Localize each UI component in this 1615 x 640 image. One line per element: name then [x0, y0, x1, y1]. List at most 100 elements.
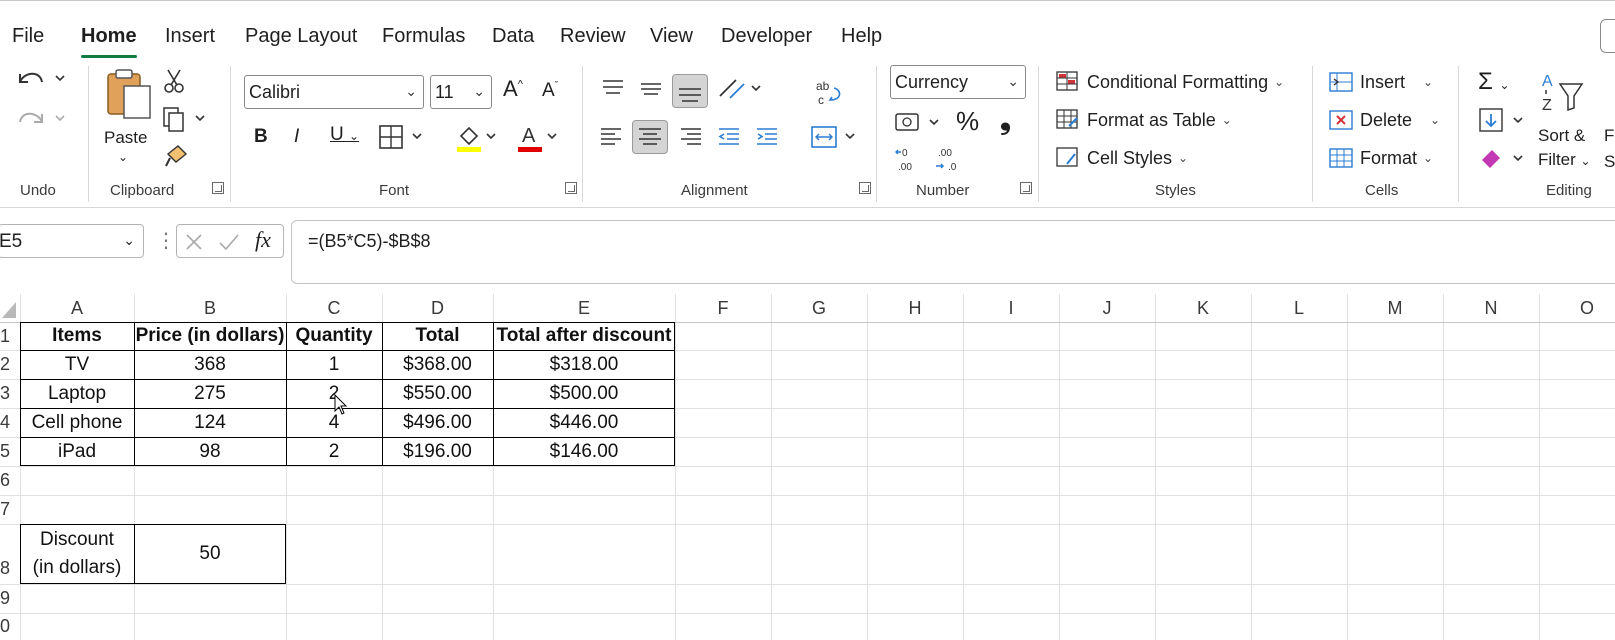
- more-options-icon[interactable]: ⋮: [156, 228, 176, 253]
- formula-input[interactable]: =(B5*C5)-$B$8: [291, 220, 1615, 284]
- table-cell[interactable]: 98: [134, 437, 286, 466]
- sort-filter-button[interactable]: A Z Sort & Filter ⌄: [1538, 66, 1598, 169]
- tab-page-layout[interactable]: Page Layout: [245, 25, 357, 48]
- italic-button[interactable]: I: [294, 126, 299, 148]
- decrease-indent-button[interactable]: [716, 124, 742, 155]
- format-cells-button[interactable]: Format ⌄: [1328, 146, 1433, 170]
- table-cell[interactable]: $196.00: [382, 437, 493, 466]
- conditional-formatting-button[interactable]: Conditional Formatting ⌄: [1055, 70, 1284, 94]
- row-header-3[interactable]: 3: [0, 383, 20, 404]
- header-cell-price[interactable]: Price (in dollars): [134, 322, 286, 350]
- clear-button[interactable]: [1478, 144, 1534, 177]
- column-header-n[interactable]: N: [1443, 294, 1539, 322]
- merge-center-button[interactable]: [810, 122, 860, 157]
- table-cell[interactable]: iPad: [20, 437, 134, 466]
- tab-data[interactable]: Data: [492, 25, 534, 48]
- column-header-d[interactable]: D: [382, 294, 493, 322]
- table-cell[interactable]: 368: [134, 350, 286, 379]
- header-cell-total-after-discount[interactable]: Total after discount: [493, 322, 675, 350]
- header-cell-items[interactable]: Items: [20, 322, 134, 350]
- row-header-6[interactable]: 6: [0, 470, 20, 491]
- align-left-button[interactable]: [598, 124, 624, 155]
- tab-insert[interactable]: Insert: [165, 25, 215, 48]
- header-cell-quantity[interactable]: Quantity: [286, 322, 382, 350]
- redo-button[interactable]: [14, 104, 70, 139]
- tab-file[interactable]: File: [12, 25, 44, 48]
- select-all-icon[interactable]: [0, 298, 18, 320]
- table-cell[interactable]: 124: [134, 408, 286, 437]
- increase-indent-button[interactable]: [754, 124, 780, 155]
- row-header-10[interactable]: 0: [0, 616, 20, 637]
- row-header-7[interactable]: 7: [0, 499, 20, 520]
- delete-cells-button[interactable]: Delete ⌄: [1328, 108, 1440, 132]
- column-header-f[interactable]: F: [675, 294, 771, 322]
- font-size-select[interactable]: 11 ⌄: [430, 75, 492, 109]
- clipboard-launcher-icon[interactable]: [212, 182, 224, 194]
- font-color-button[interactable]: A: [516, 122, 566, 159]
- table-cell[interactable]: $368.00: [382, 350, 493, 379]
- orientation-button[interactable]: [716, 74, 764, 109]
- number-format-select[interactable]: Currency ⌄: [890, 65, 1026, 99]
- column-header-k[interactable]: K: [1155, 294, 1251, 322]
- fill-color-button[interactable]: [455, 122, 505, 159]
- column-header-j[interactable]: J: [1059, 294, 1155, 322]
- name-box[interactable]: E5 ⌄: [0, 224, 144, 258]
- row-header-4[interactable]: 4: [0, 412, 20, 433]
- tab-help[interactable]: Help: [841, 25, 882, 48]
- table-cell[interactable]: $446.00: [493, 408, 675, 437]
- column-header-c[interactable]: C: [286, 294, 382, 322]
- increase-font-size-button[interactable]: A^: [503, 76, 523, 102]
- underline-button[interactable]: U ⌄: [330, 124, 359, 146]
- table-cell[interactable]: $496.00: [382, 408, 493, 437]
- bold-button[interactable]: B: [254, 126, 268, 148]
- column-header-e[interactable]: E: [493, 294, 675, 322]
- number-launcher-icon[interactable]: [1020, 182, 1032, 194]
- align-bottom-button[interactable]: [672, 74, 708, 108]
- percent-style-button[interactable]: %: [956, 106, 979, 137]
- increase-decimal-button[interactable]: 0 .00: [894, 144, 924, 179]
- column-header-h[interactable]: H: [867, 294, 963, 322]
- insert-function-icon[interactable]: fx: [255, 227, 271, 253]
- table-cell[interactable]: $550.00: [382, 379, 493, 408]
- table-cell[interactable]: $500.00: [493, 379, 675, 408]
- decrease-font-size-button[interactable]: Aˇ: [542, 80, 558, 102]
- find-select-button[interactable]: F Se: [1604, 126, 1615, 172]
- align-top-button[interactable]: [600, 76, 626, 107]
- column-header-o[interactable]: O: [1539, 294, 1615, 322]
- borders-button[interactable]: [377, 122, 433, 157]
- worksheet-grid[interactable]: A B C D E F G H I J K L M N O 1 2 3 4 5 …: [0, 294, 1615, 640]
- paste-button[interactable]: Paste ⌄: [104, 66, 154, 176]
- enter-icon[interactable]: [217, 231, 241, 253]
- column-header-l[interactable]: L: [1251, 294, 1347, 322]
- tab-view[interactable]: View: [650, 25, 693, 48]
- accounting-format-button[interactable]: [894, 108, 944, 143]
- align-center-button[interactable]: [632, 120, 668, 154]
- format-painter-button[interactable]: [164, 142, 190, 173]
- align-right-button[interactable]: [678, 124, 704, 155]
- font-name-select[interactable]: Calibri ⌄: [244, 75, 424, 109]
- row-header-8[interactable]: 8: [0, 558, 20, 579]
- column-header-m[interactable]: M: [1347, 294, 1443, 322]
- cancel-icon[interactable]: [183, 231, 205, 253]
- table-cell[interactable]: 1: [286, 350, 382, 379]
- wrap-text-button[interactable]: ab c: [814, 78, 844, 113]
- fill-button[interactable]: [1478, 106, 1534, 139]
- column-header-b[interactable]: B: [134, 294, 286, 322]
- cut-button[interactable]: [162, 68, 186, 99]
- table-cell[interactable]: 275: [134, 379, 286, 408]
- table-cell[interactable]: TV: [20, 350, 134, 379]
- tab-review[interactable]: Review: [560, 25, 626, 48]
- table-cell[interactable]: Cell phone: [20, 408, 134, 437]
- column-header-g[interactable]: G: [771, 294, 867, 322]
- align-middle-button[interactable]: [638, 76, 664, 107]
- alignment-launcher-icon[interactable]: [859, 182, 871, 194]
- table-cell[interactable]: $146.00: [493, 437, 675, 466]
- table-cell[interactable]: 2: [286, 437, 382, 466]
- table-cell[interactable]: Laptop: [20, 379, 134, 408]
- decrease-decimal-button[interactable]: .00 .0: [934, 144, 964, 179]
- tab-developer[interactable]: Developer: [721, 25, 812, 48]
- copy-button[interactable]: [160, 106, 210, 137]
- discount-value-cell[interactable]: 50: [134, 524, 286, 584]
- row-header-9[interactable]: 9: [0, 588, 20, 609]
- cell-styles-button[interactable]: Cell Styles ⌄: [1055, 146, 1188, 170]
